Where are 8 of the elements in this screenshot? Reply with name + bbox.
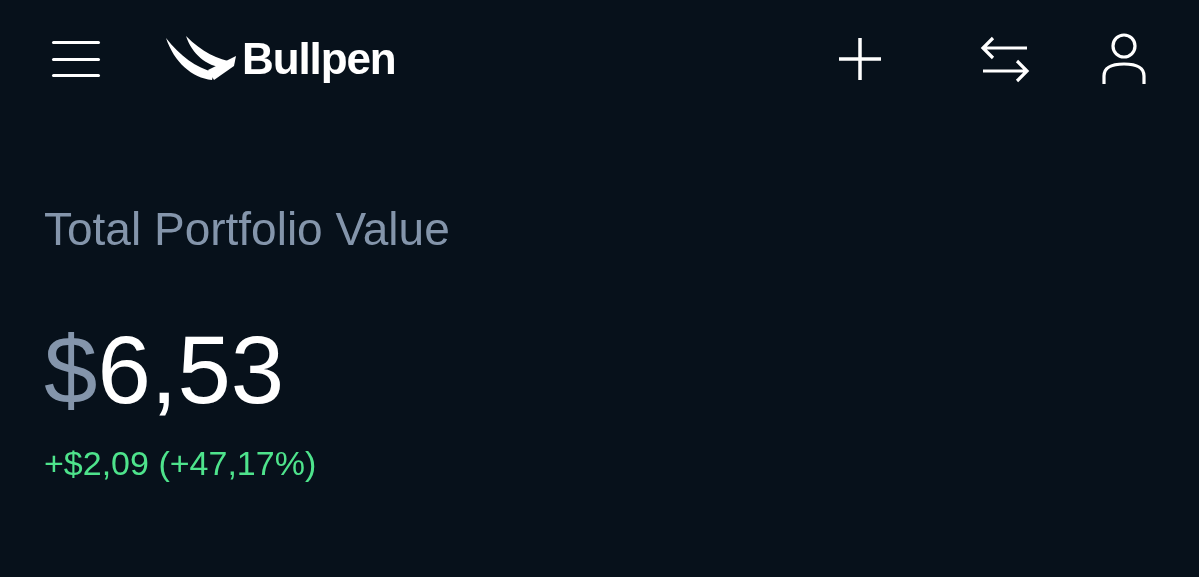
menu-icon[interactable] — [52, 39, 100, 79]
profile-icon[interactable] — [1101, 32, 1147, 86]
currency-symbol: $ — [44, 322, 98, 418]
portfolio-label: Total Portfolio Value — [44, 206, 451, 252]
add-icon[interactable] — [837, 36, 883, 82]
value-change: +$2,09 (+47,17%) — [44, 446, 318, 480]
brand-name: Bullpen — [242, 37, 396, 81]
portfolio-value: 6,53 — [97, 322, 285, 418]
